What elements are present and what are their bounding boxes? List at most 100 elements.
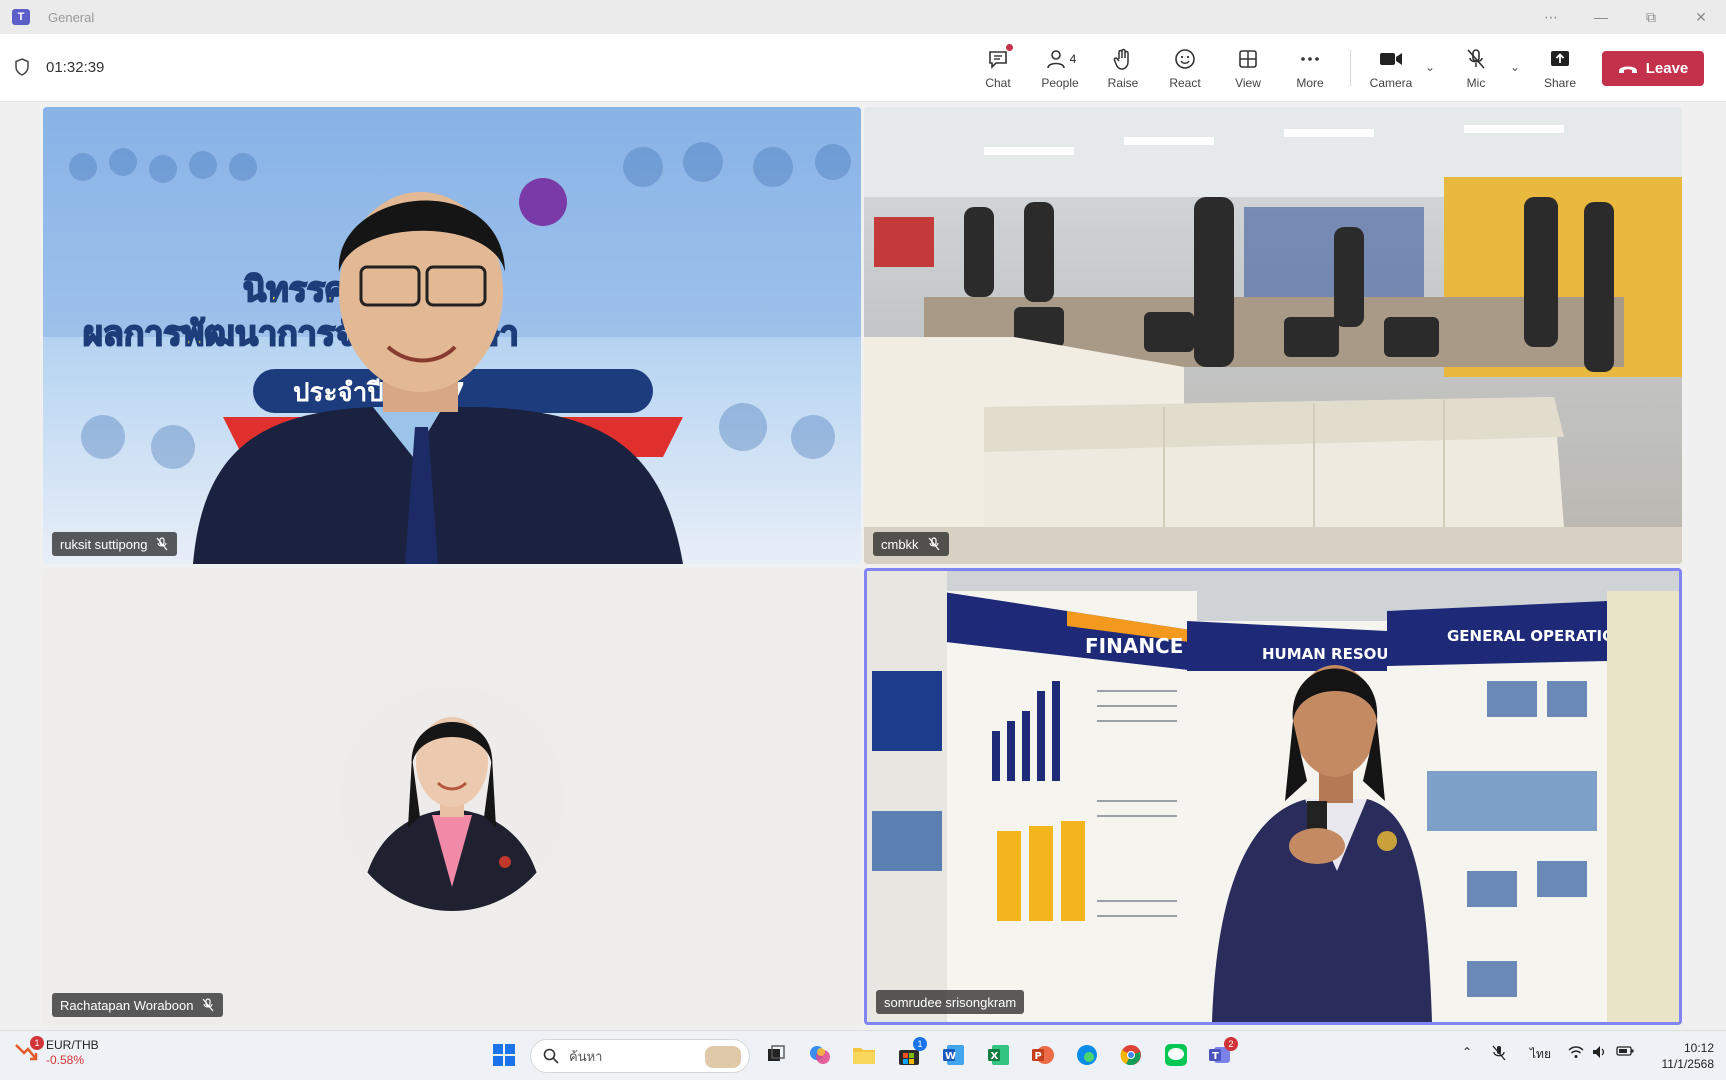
leave-label: Leave bbox=[1645, 60, 1689, 77]
task-view-button[interactable] bbox=[762, 1041, 790, 1069]
participant-name: cmbkk bbox=[881, 536, 919, 552]
currency-pair: EUR/THB bbox=[46, 1038, 99, 1052]
teams-button[interactable]: T 2 bbox=[1206, 1037, 1238, 1069]
participant-name: Rachatapan Woraboon bbox=[60, 997, 194, 1013]
copilot-button[interactable] bbox=[806, 1041, 834, 1069]
participant-name-tag: cmbkk bbox=[873, 532, 949, 556]
meeting-info: 01:32:39 bbox=[14, 58, 104, 76]
camera-options-chevron-icon[interactable]: ⌄ bbox=[1425, 60, 1435, 74]
chrome-icon bbox=[1120, 1045, 1141, 1066]
school-emblem-icon bbox=[519, 178, 567, 226]
people-label: People bbox=[1041, 76, 1079, 90]
chat-label: Chat bbox=[985, 76, 1011, 90]
mic-in-use-icon[interactable] bbox=[1492, 1045, 1506, 1064]
powerpoint-button[interactable]: P bbox=[1029, 1041, 1057, 1069]
mic-button[interactable]: Mic bbox=[1446, 44, 1506, 96]
mic-muted-icon bbox=[156, 537, 168, 551]
edge-button[interactable] bbox=[1073, 1041, 1101, 1069]
view-button[interactable]: View bbox=[1218, 44, 1278, 96]
view-label: View bbox=[1235, 76, 1261, 90]
toolbar-divider bbox=[1350, 50, 1351, 86]
video-feed-poster-presentation: SISB FINANCE HUMAN RESOURCES GENERAL OPE… bbox=[867, 571, 1679, 1022]
hang-up-icon bbox=[1618, 66, 1637, 73]
mic-options-chevron-icon[interactable]: ⌄ bbox=[1510, 60, 1520, 74]
teams-badge: 2 bbox=[1224, 1037, 1238, 1051]
title-bar: T General ⋯ — ⧉ ✕ bbox=[0, 0, 1726, 34]
react-label: React bbox=[1169, 76, 1201, 90]
taskbar-search[interactable]: ค้นหา bbox=[530, 1039, 750, 1073]
share-label: Share bbox=[1543, 76, 1577, 90]
folder-icon bbox=[853, 1048, 875, 1064]
system-clock[interactable]: 10:12 11/1/2568 bbox=[1640, 1040, 1715, 1072]
excel-button[interactable]: X bbox=[985, 1041, 1013, 1069]
smiley-icon bbox=[1173, 44, 1197, 74]
copilot-icon bbox=[810, 1046, 830, 1064]
participant-name-tag: ruksit suttipong bbox=[52, 532, 178, 556]
show-hidden-icons-chevron-icon[interactable]: ⌃ bbox=[1462, 1045, 1472, 1059]
mic-label: Mic bbox=[1466, 76, 1486, 90]
currency-widget[interactable]: 1 EUR/THB -0.58% bbox=[14, 1036, 99, 1068]
poster-brand: SISB bbox=[953, 620, 999, 641]
file-explorer-button[interactable] bbox=[850, 1041, 878, 1069]
search-placeholder: ค้นหา bbox=[569, 1048, 603, 1064]
chat-button[interactable]: Chat bbox=[968, 44, 1028, 96]
line-app-icon bbox=[1165, 1044, 1187, 1066]
video-camera-icon bbox=[1378, 44, 1404, 74]
participant-name-tag: somrudee srisongkram bbox=[876, 990, 1025, 1014]
mic-muted-icon bbox=[203, 998, 214, 1012]
battery-icon[interactable] bbox=[1616, 1045, 1634, 1060]
chrome-button[interactable] bbox=[1117, 1041, 1145, 1069]
restore-button[interactable]: ⧉ bbox=[1626, 0, 1676, 34]
windows-taskbar: 1 EUR/THB -0.58% ค้นหา 1 W X P T 2 ⌃ ไทย… bbox=[0, 1030, 1726, 1080]
camera-button[interactable]: Camera bbox=[1361, 44, 1421, 96]
more-label: More bbox=[1296, 76, 1324, 90]
shield-icon bbox=[15, 58, 29, 76]
close-button[interactable]: ✕ bbox=[1676, 0, 1726, 34]
svg-text:X: X bbox=[991, 1051, 999, 1062]
participant-name-tag: Rachatapan Woraboon bbox=[52, 993, 224, 1017]
teams-logo-icon: T bbox=[12, 9, 30, 25]
store-button[interactable]: 1 bbox=[895, 1037, 927, 1069]
raise-label: Raise bbox=[1107, 76, 1139, 90]
excel-icon: X bbox=[988, 1045, 1009, 1065]
word-button[interactable]: W bbox=[940, 1041, 968, 1069]
volume-icon[interactable] bbox=[1592, 1045, 1608, 1062]
video-tile-cmbkk[interactable]: cmbkk bbox=[864, 107, 1682, 564]
store-badge: 1 bbox=[913, 1037, 927, 1051]
video-tile-ruksit-suttipong[interactable]: นิทรรศการ ผลการพัฒนาการจัดการศึกษา ประจำ… bbox=[43, 107, 861, 564]
meeting-timer: 01:32:39 bbox=[46, 58, 105, 76]
mic-muted-icon bbox=[1464, 44, 1488, 74]
more-options-icon[interactable]: ⋯ bbox=[1526, 0, 1576, 34]
poster-finance-title: FINANCE bbox=[1085, 634, 1183, 658]
video-feed-presenter: นิทรรศการ ผลการพัฒนาการจัดการศึกษา ประจำ… bbox=[43, 107, 861, 564]
minimize-button[interactable]: — bbox=[1576, 0, 1626, 34]
input-language[interactable]: ไทย bbox=[1530, 1045, 1551, 1064]
meeting-toolbar: 01:32:39 Chat 4 People Raise React View bbox=[0, 34, 1726, 102]
camera-label: Camera bbox=[1369, 76, 1413, 90]
leave-button[interactable]: Leave bbox=[1602, 51, 1704, 86]
raise-hand-button[interactable]: Raise bbox=[1093, 44, 1153, 96]
participant-name: ruksit suttipong bbox=[60, 536, 148, 552]
video-tile-somrudee-srisongkram[interactable]: SISB FINANCE HUMAN RESOURCES GENERAL OPE… bbox=[864, 568, 1682, 1025]
window-title: General bbox=[48, 9, 95, 25]
notification-dot bbox=[1006, 44, 1013, 51]
hand-icon bbox=[1111, 44, 1135, 74]
start-button[interactable] bbox=[490, 1041, 518, 1069]
ellipsis-icon bbox=[1298, 44, 1322, 74]
mic-muted-icon bbox=[928, 537, 940, 551]
wifi-icon[interactable] bbox=[1568, 1045, 1584, 1062]
line-button[interactable] bbox=[1162, 1041, 1190, 1069]
word-icon: W bbox=[943, 1045, 964, 1065]
more-button[interactable]: More bbox=[1280, 44, 1340, 96]
share-screen-icon bbox=[1548, 44, 1572, 74]
video-tile-rachatapan-woraboon[interactable]: Rachatapan Woraboon bbox=[43, 568, 861, 1025]
share-button[interactable]: Share bbox=[1530, 44, 1590, 96]
svg-text:T: T bbox=[1212, 1051, 1219, 1062]
people-button[interactable]: 4 People bbox=[1030, 44, 1090, 96]
react-button[interactable]: React bbox=[1155, 44, 1215, 96]
svg-text:W: W bbox=[945, 1051, 956, 1062]
people-icon: 4 bbox=[1044, 44, 1077, 74]
windows-logo-icon bbox=[493, 1044, 515, 1066]
currency-change: -0.58% bbox=[46, 1053, 85, 1067]
people-count: 4 bbox=[1069, 52, 1077, 66]
